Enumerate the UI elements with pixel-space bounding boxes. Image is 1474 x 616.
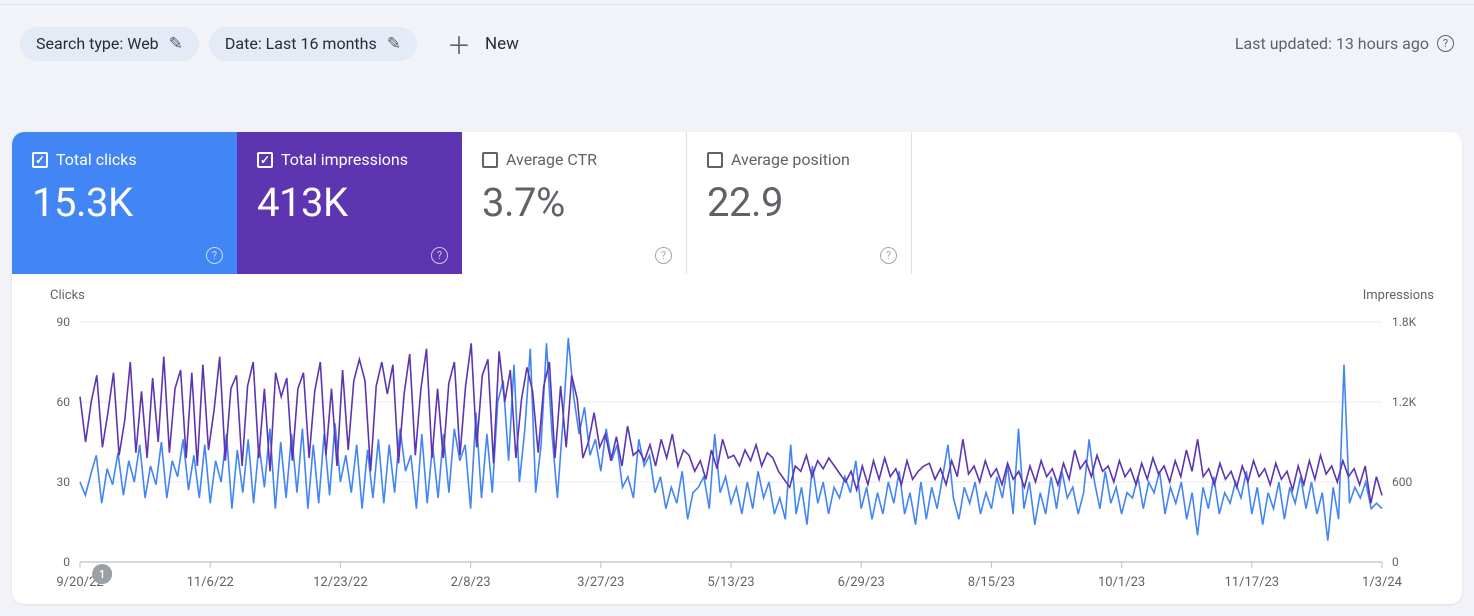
chart-area: Clicks Impressions 030609006001.2K1.8K9/… (12, 274, 1462, 604)
metric-value: 22.9 (707, 179, 893, 226)
metric-label: Total impressions (281, 150, 408, 169)
new-filter-button[interactable]: ＋ New (437, 19, 529, 68)
right-axis-label: Impressions (1363, 288, 1434, 303)
metric-label: Average CTR (506, 150, 597, 169)
svg-text:3/27/23: 3/27/23 (577, 575, 624, 590)
svg-text:1: 1 (99, 568, 105, 581)
svg-text:60: 60 (57, 395, 71, 409)
svg-text:5/13/23: 5/13/23 (707, 575, 754, 590)
edit-icon: ✎ (387, 34, 401, 54)
svg-text:0: 0 (63, 555, 70, 569)
left-axis-label: Clicks (50, 288, 85, 303)
metric-clicks[interactable]: Total clicks 15.3K ? (12, 132, 237, 274)
new-label: New (485, 34, 519, 54)
filter-bar: Search type: Web ✎ Date: Last 16 months … (0, 5, 1474, 72)
metric-ctr[interactable]: Average CTR 3.7% ? (462, 132, 687, 274)
checkbox-icon (482, 152, 498, 168)
metric-tabs: Total clicks 15.3K ? Total impressions 4… (12, 132, 1462, 274)
svg-text:12/23/22: 12/23/22 (313, 575, 368, 590)
date-label: Date: Last 16 months (225, 34, 377, 53)
metric-impressions[interactable]: Total impressions 413K ? (237, 132, 462, 274)
line-chart: 030609006001.2K1.8K9/20/2211/6/2212/23/2… (32, 302, 1442, 602)
svg-text:0: 0 (1392, 555, 1399, 569)
svg-text:6/29/23: 6/29/23 (838, 575, 885, 590)
svg-text:1/3/24: 1/3/24 (1362, 575, 1403, 590)
help-icon[interactable]: ? (431, 247, 448, 264)
svg-text:1.2K: 1.2K (1392, 395, 1417, 409)
svg-text:2/8/23: 2/8/23 (451, 575, 491, 590)
checkbox-icon (257, 152, 273, 168)
edit-icon: ✎ (169, 34, 183, 54)
svg-text:30: 30 (57, 475, 71, 489)
checkbox-icon (707, 152, 723, 168)
svg-text:600: 600 (1392, 475, 1412, 489)
search-type-chip[interactable]: Search type: Web ✎ (20, 27, 199, 61)
metric-label: Average position (731, 150, 850, 169)
date-chip[interactable]: Date: Last 16 months ✎ (209, 27, 417, 61)
plus-icon: ＋ (447, 26, 471, 61)
checkbox-icon (32, 152, 48, 168)
svg-text:11/17/23: 11/17/23 (1225, 575, 1280, 590)
performance-card: Total clicks 15.3K ? Total impressions 4… (12, 132, 1462, 604)
help-icon[interactable]: ? (880, 247, 897, 264)
svg-text:1.8K: 1.8K (1392, 315, 1417, 329)
help-icon[interactable]: ? (1437, 35, 1454, 52)
search-type-label: Search type: Web (36, 34, 159, 53)
metric-position[interactable]: Average position 22.9 ? (687, 132, 912, 274)
metric-label: Total clicks (56, 150, 137, 169)
last-updated: Last updated: 13 hours ago ? (1235, 34, 1454, 53)
svg-text:10/1/23: 10/1/23 (1098, 575, 1145, 590)
metric-value: 15.3K (32, 179, 219, 226)
help-icon[interactable]: ? (206, 247, 223, 264)
metric-value: 413K (257, 179, 444, 226)
svg-text:8/15/23: 8/15/23 (968, 575, 1015, 590)
metric-value: 3.7% (482, 179, 668, 226)
svg-text:90: 90 (57, 315, 71, 329)
svg-text:11/6/22: 11/6/22 (187, 575, 234, 590)
filter-left: Search type: Web ✎ Date: Last 16 months … (20, 19, 529, 68)
last-updated-text: Last updated: 13 hours ago (1235, 34, 1429, 53)
help-icon[interactable]: ? (655, 247, 672, 264)
